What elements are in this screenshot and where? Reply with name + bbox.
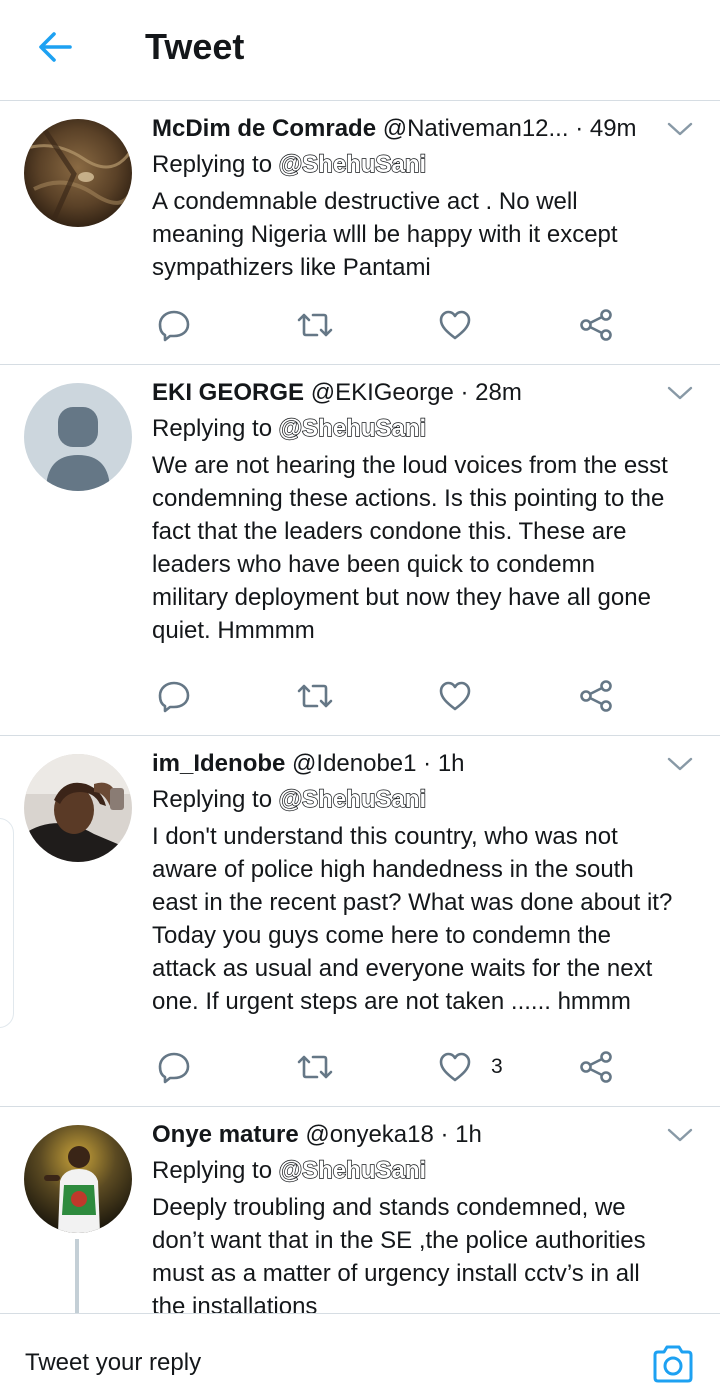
tweet-meta: EKI GEORGE @EKIGeorge · 28m [152, 375, 702, 411]
page-title: Tweet [145, 26, 245, 67]
share-button[interactable] [578, 1047, 614, 1087]
like-icon [439, 681, 471, 711]
reply-button[interactable] [156, 1047, 192, 1087]
default-avatar-icon [24, 383, 132, 491]
tweet-item[interactable]: Onye mature @onyeka18 · 1h Replying to @… [0, 1107, 720, 1313]
tweet-meta: im_Idenobe @Idenobe1 · 1h [152, 746, 702, 782]
display-name[interactable]: EKI GEORGE [152, 379, 304, 406]
replying-label: Replying to [152, 415, 273, 442]
reply-icon [158, 310, 190, 342]
like-count: 3 [491, 1055, 503, 1078]
retweet-icon [297, 313, 333, 337]
share-icon [580, 309, 612, 341]
camera-button[interactable] [651, 1344, 695, 1384]
timestamp: · 1h [440, 1121, 482, 1148]
replying-to: Replying to @ShehuSani [152, 1153, 702, 1189]
tweet-actions [152, 305, 622, 345]
share-icon [580, 1051, 612, 1083]
timestamp: · 49m [575, 115, 637, 142]
reply-icon [158, 1052, 190, 1084]
camera-icon [653, 1345, 693, 1383]
display-name[interactable]: Onye mature [152, 1121, 299, 1148]
reply-icon [158, 681, 190, 713]
timestamp: · 28m [460, 379, 522, 406]
mention-link[interactable]: @ShehuSani [278, 150, 427, 178]
replying-label: Replying to [152, 1157, 273, 1184]
tweet-item[interactable]: im_Idenobe @Idenobe1 · 1h Replying to @S… [0, 736, 720, 1107]
tweet-meta: McDim de Comrade @Nativeman12... · 49m [152, 111, 702, 147]
avatar[interactable] [24, 383, 132, 491]
tweet-menu-button[interactable] [666, 383, 694, 403]
tweet-meta: Onye mature @onyeka18 · 1h [152, 1117, 702, 1153]
like-icon [439, 1052, 471, 1082]
reply-composer[interactable]: Tweet your reply [0, 1313, 720, 1399]
replying-to: Replying to @ShehuSani [152, 147, 702, 183]
user-handle[interactable]: @onyeka18 [305, 1121, 433, 1148]
avatar[interactable] [24, 754, 132, 862]
like-button[interactable] [437, 305, 491, 345]
retweet-button[interactable] [295, 1047, 335, 1087]
tweet-text: Deeply troubling and stands condemned, w… [152, 1194, 646, 1313]
tweet-text: We are not hearing the loud voices from … [152, 452, 668, 644]
like-button[interactable]: 3 [437, 1047, 503, 1087]
replying-to: Replying to @ShehuSani [152, 782, 702, 818]
replying-to: Replying to @ShehuSani [152, 411, 702, 447]
tweet-text: A condemnable destructive act . No well … [152, 188, 618, 281]
edge-panel-handle[interactable] [0, 818, 14, 1028]
retweet-icon [297, 684, 333, 708]
arrow-left-icon [39, 32, 72, 62]
share-button[interactable] [578, 305, 614, 345]
reply-feed[interactable]: McDim de Comrade @Nativeman12... · 49m R… [0, 101, 720, 1313]
user-handle[interactable]: @EKIGeorge [311, 379, 454, 406]
display-name[interactable]: im_Idenobe [152, 750, 285, 777]
timestamp: · 1h [423, 750, 465, 777]
chevron-down-icon [667, 1128, 693, 1142]
top-bar: Tweet [0, 0, 720, 101]
avatar[interactable] [24, 119, 132, 227]
retweet-button[interactable] [295, 305, 335, 345]
mention-link[interactable]: @ShehuSani [278, 785, 427, 813]
tweet-actions [152, 676, 622, 716]
tweet-item[interactable]: McDim de Comrade @Nativeman12... · 49m R… [0, 101, 720, 365]
display-name[interactable]: McDim de Comrade [152, 115, 376, 142]
share-button[interactable] [578, 676, 614, 716]
like-icon [439, 310, 471, 340]
reply-button[interactable] [156, 676, 192, 716]
tweet-text: I don't understand this country, who was… [152, 823, 673, 1015]
retweet-icon [297, 1055, 333, 1079]
replying-label: Replying to [152, 786, 273, 813]
tweet-actions: 3 [152, 1047, 622, 1087]
user-handle[interactable]: @Nativeman12... [383, 115, 569, 142]
thread-connector [75, 1239, 79, 1313]
mention-link[interactable]: @ShehuSani [278, 1156, 427, 1184]
tweet-menu-button[interactable] [666, 1125, 694, 1145]
mention-link[interactable]: @ShehuSani [278, 414, 427, 442]
tweet-item[interactable]: EKI GEORGE @EKIGeorge · 28m Replying to … [0, 365, 720, 736]
share-icon [580, 680, 612, 712]
reply-button[interactable] [156, 305, 192, 345]
tweet-menu-button[interactable] [666, 754, 694, 774]
tweet-menu-button[interactable] [666, 119, 694, 139]
chevron-down-icon [667, 386, 693, 400]
replying-label: Replying to [152, 151, 273, 178]
chevron-down-icon [667, 122, 693, 136]
back-button[interactable] [34, 25, 78, 69]
like-button[interactable] [437, 676, 491, 716]
avatar[interactable] [24, 1125, 132, 1233]
chevron-down-icon [667, 757, 693, 771]
user-handle[interactable]: @Idenobe1 [292, 750, 416, 777]
reply-input[interactable]: Tweet your reply [25, 1349, 201, 1377]
retweet-button[interactable] [295, 676, 335, 716]
